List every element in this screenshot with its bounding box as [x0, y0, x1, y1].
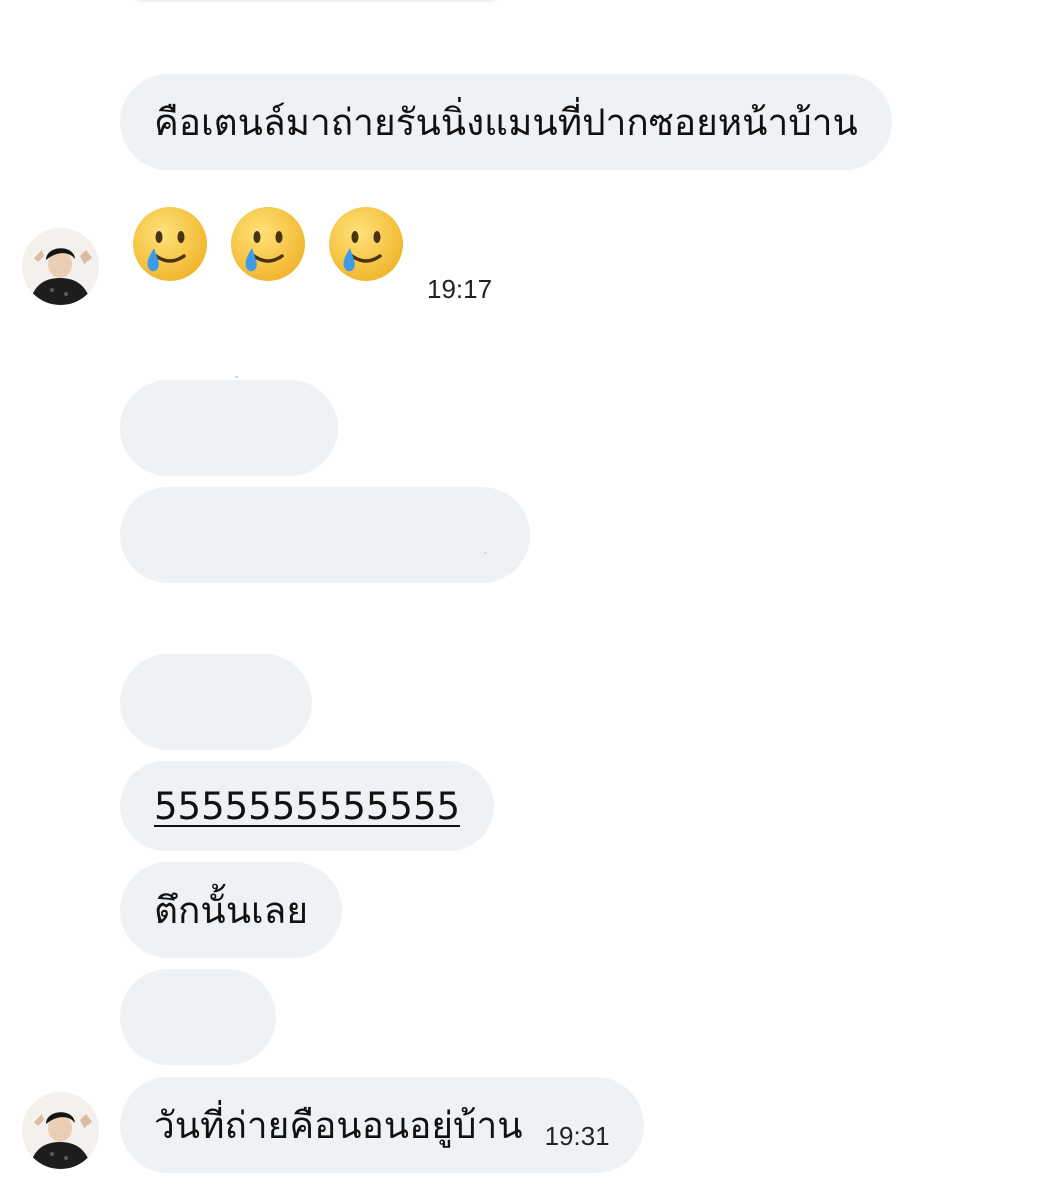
message-bubble[interactable]: วันที่ถ่ายคือนอนอยู่บ้าน 19:31 — [120, 1077, 644, 1173]
avatar[interactable] — [22, 1092, 99, 1169]
message-bubble[interactable]: คือเตนล์มาถ่ายรันนิ่งแมนที่ปากซอยหน้าบ้า… — [120, 74, 892, 170]
message-link-text[interactable]: 5555555555555 — [154, 785, 460, 828]
message-bubble-redacted[interactable] — [120, 969, 276, 1065]
message-bubble-redacted[interactable] — [120, 654, 312, 750]
faint-artifact — [235, 376, 238, 378]
avatar-photo-icon — [22, 228, 99, 305]
message-bubble[interactable]: 5555555555555 — [120, 761, 495, 851]
message-bubble[interactable]: ตึกนั้นเลย — [120, 862, 343, 958]
smiling-face-with-tear-icon — [231, 207, 305, 281]
message-timestamp: 19:17 — [427, 274, 493, 304]
avatar-photo-icon — [22, 1092, 99, 1169]
message-bubble-redacted[interactable] — [120, 487, 530, 583]
smiling-face-with-tear-icon — [329, 207, 403, 281]
chat-screen: { "messages": [ {"text": "คือเตนล์มาถ่าย… — [0, 0, 1057, 1200]
avatar[interactable] — [22, 228, 99, 305]
message-bubble-partial[interactable] — [120, 0, 512, 2]
faint-artifact — [484, 552, 487, 554]
message-timestamp: 19:31 — [544, 1120, 610, 1151]
smiling-face-with-tear-icon — [133, 207, 207, 281]
message-text: คือเตนล์มาถ่ายรันนิ่งแมนที่ปากซอยหน้าบ้า… — [154, 100, 858, 144]
message-text: ตึกนั้นเลย — [154, 888, 309, 932]
message-bubble-redacted[interactable] — [120, 380, 338, 476]
message-text: วันที่ถ่ายคือนอนอยู่บ้าน — [154, 1103, 523, 1147]
emoji-message[interactable] — [130, 204, 406, 284]
